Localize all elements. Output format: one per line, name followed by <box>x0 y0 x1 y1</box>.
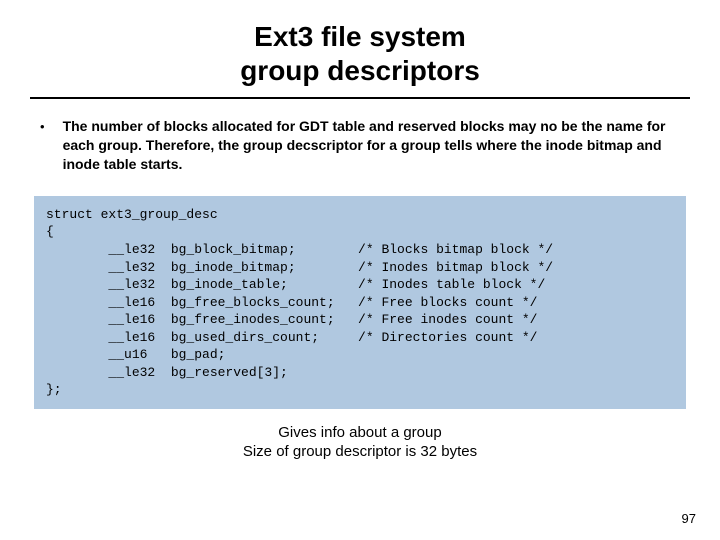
slide-title-block: Ext3 file system group descriptors <box>30 20 690 99</box>
title-line-2: group descriptors <box>240 55 480 86</box>
caption-line-2: Size of group descriptor is 32 bytes <box>243 443 477 460</box>
caption-block: Gives info about a group Size of group d… <box>30 423 690 462</box>
body-paragraph: The number of blocks allocated for GDT t… <box>63 117 680 174</box>
caption-line-1: Gives info about a group <box>278 424 441 441</box>
code-block: struct ext3_group_desc { __le32 bg_block… <box>34 196 686 409</box>
title-line-1: Ext3 file system <box>254 21 466 52</box>
page-number: 97 <box>682 511 696 526</box>
body-bullet-item: • The number of blocks allocated for GDT… <box>30 117 690 174</box>
bullet-glyph: • <box>40 119 45 134</box>
